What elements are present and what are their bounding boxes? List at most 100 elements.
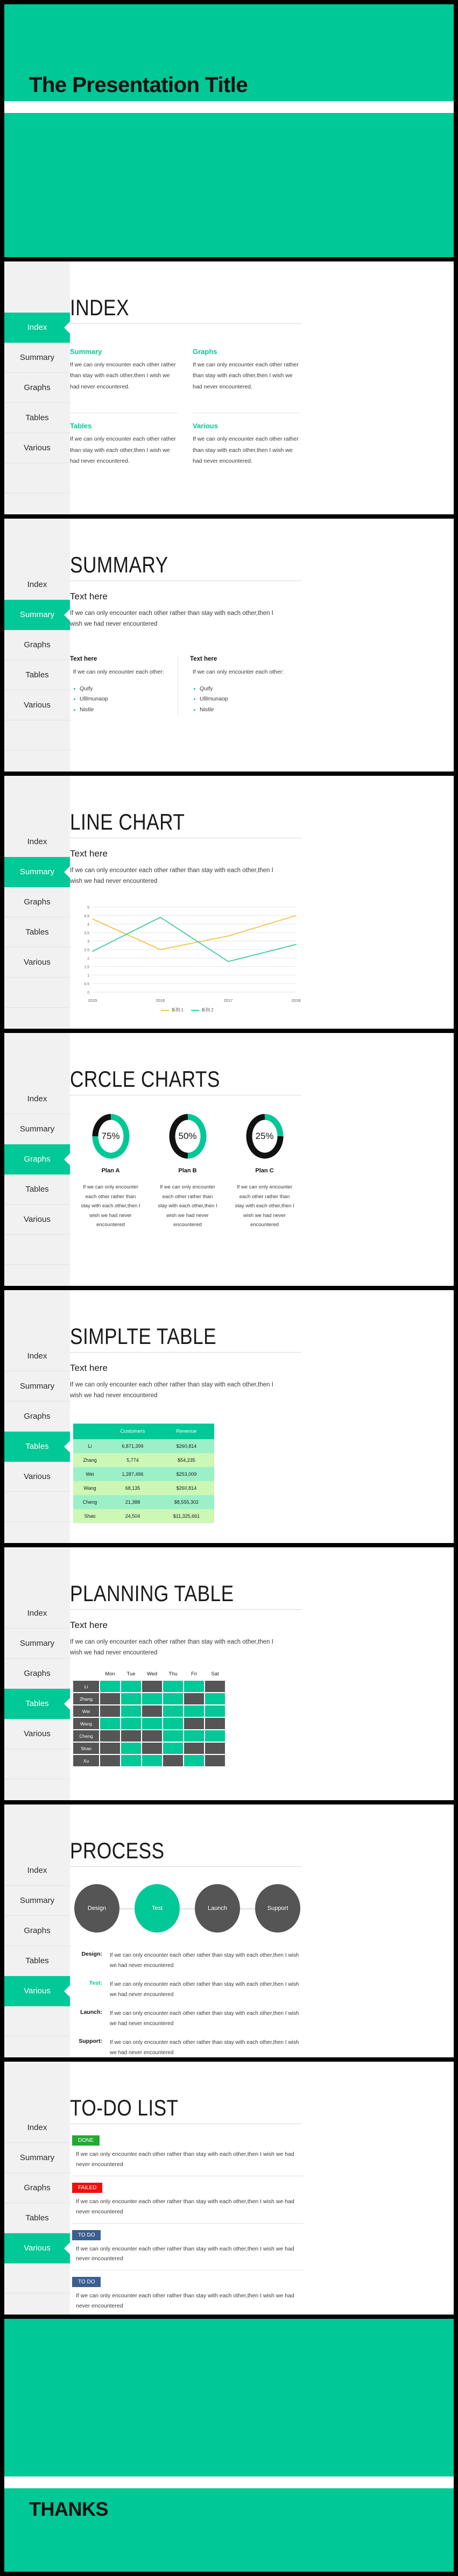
planning-cell-available[interactable] (100, 1718, 120, 1729)
sidebar-nav: Index Summary Graphs Tables Various (4, 2113, 70, 2294)
status-badge[interactable]: TO DO (72, 2277, 101, 2288)
sidebar-item-various[interactable]: Various (4, 2233, 70, 2263)
process-step-support[interactable]: Support (255, 1884, 300, 1933)
sidebar-item-index[interactable]: Index (4, 1598, 70, 1629)
planning-cell-unavailable[interactable] (184, 1693, 204, 1704)
planning-cell-unavailable[interactable] (184, 1718, 204, 1729)
sidebar-item-index[interactable]: Index (4, 570, 70, 600)
donut-plan-text: If we can only encounter each other rath… (235, 1184, 294, 1228)
sidebar-item-summary[interactable]: Summary (4, 600, 70, 630)
status-badge[interactable]: DONE (72, 2135, 100, 2146)
planning-cell-unavailable[interactable] (100, 1743, 120, 1754)
planning-cell-available[interactable] (184, 1681, 204, 1692)
planning-cell-unavailable[interactable] (163, 1755, 183, 1766)
sidebar-item-summary[interactable]: Summary (4, 1629, 70, 1659)
sidebar-item-index[interactable]: Index (4, 1856, 70, 1886)
planning-cell-unavailable[interactable] (142, 1743, 162, 1754)
index-card-text: If we can only encounter each other rath… (70, 362, 176, 390)
sidebar-item-various[interactable]: Various (4, 690, 70, 720)
sidebar-item-tables[interactable]: Tables (4, 1689, 70, 1719)
planning-cell-available[interactable] (184, 1730, 204, 1742)
sidebar-item-graphs[interactable]: Graphs (4, 1402, 70, 1432)
column-bullets: Quify Ulllmunaop Nistle (70, 684, 167, 715)
sidebar-item-graphs[interactable]: Graphs (4, 887, 70, 917)
planning-cell-available[interactable] (121, 1693, 141, 1704)
planning-cell-unavailable[interactable] (100, 1705, 120, 1717)
status-badge[interactable]: TO DO (72, 2230, 101, 2240)
planning-cell-unavailable[interactable] (205, 1718, 225, 1729)
sidebar-item-summary[interactable]: Summary (4, 1371, 70, 1402)
planning-cell-available[interactable] (184, 1705, 204, 1717)
planning-cell-available[interactable] (163, 1693, 183, 1704)
planning-cell-available[interactable] (142, 1718, 162, 1729)
planning-cell-available[interactable] (142, 1693, 162, 1704)
planning-cell-unavailable[interactable] (142, 1705, 162, 1717)
sidebar-item-graphs[interactable]: Graphs (4, 1144, 70, 1174)
index-card-tables[interactable]: Tables If we can only encounter each oth… (70, 413, 178, 466)
index-card-graphs[interactable]: Graphs If we can only encounter each oth… (193, 348, 300, 392)
process-step-design[interactable]: Design (74, 1884, 119, 1933)
planning-cell-unavailable[interactable] (142, 1730, 162, 1742)
sidebar-item-index[interactable]: Index (4, 1341, 70, 1371)
planning-cell-available[interactable] (205, 1693, 225, 1704)
sidebar-item-tables[interactable]: Tables (4, 660, 70, 690)
index-card-various[interactable]: Various If we can only encounter each ot… (193, 413, 300, 466)
sidebar-item-tables[interactable]: Tables (4, 1432, 70, 1462)
planning-cell-available[interactable] (121, 1681, 141, 1692)
sidebar-item-tables[interactable]: Tables (4, 917, 70, 947)
planning-cell-available[interactable] (163, 1718, 183, 1729)
planning-cell-available[interactable] (205, 1705, 225, 1717)
planning-cell-unavailable[interactable] (100, 1755, 120, 1766)
sidebar-item-tables[interactable]: Tables (4, 2203, 70, 2233)
process-step-launch[interactable]: Launch (195, 1884, 240, 1933)
sidebar-item-graphs[interactable]: Graphs (4, 630, 70, 660)
planning-cell-available[interactable] (100, 1681, 120, 1692)
sidebar-item-graphs[interactable]: Graphs (4, 2173, 70, 2203)
sidebar-item-various[interactable]: Various (4, 433, 70, 463)
planning-cell-available[interactable] (205, 1730, 225, 1742)
sidebar-item-various[interactable]: Various (4, 1462, 70, 1492)
sidebar-item-index[interactable]: Index (4, 827, 70, 857)
sidebar-item-summary[interactable]: Summary (4, 857, 70, 887)
step-connector (240, 1908, 255, 1909)
planning-cell-unavailable[interactable] (205, 1743, 225, 1754)
planning-cell-available[interactable] (121, 1705, 141, 1717)
planning-cell-unavailable[interactable] (205, 1755, 225, 1766)
sidebar-item-index[interactable]: Index (4, 1084, 70, 1114)
planning-cell-available[interactable] (184, 1755, 204, 1766)
sidebar-item-graphs[interactable]: Graphs (4, 373, 70, 403)
planning-cell-unavailable[interactable] (100, 1693, 120, 1704)
planning-cell-unavailable[interactable] (142, 1681, 162, 1692)
planning-cell-available[interactable] (163, 1681, 183, 1692)
planning-cell-available[interactable] (163, 1743, 183, 1754)
planning-cell-unavailable[interactable] (184, 1743, 204, 1754)
planning-cell-available[interactable] (142, 1755, 162, 1766)
planning-cell-available[interactable] (121, 1743, 141, 1754)
sidebar-item-tables[interactable]: Tables (4, 403, 70, 433)
process-step-test[interactable]: Test (135, 1884, 180, 1933)
sidebar-item-summary[interactable]: Summary (4, 2143, 70, 2173)
planning-cell-unavailable[interactable] (121, 1730, 141, 1742)
sidebar-item-summary[interactable]: Summary (4, 343, 70, 373)
sidebar-item-graphs[interactable]: Graphs (4, 1916, 70, 1946)
planning-cell-available[interactable] (121, 1718, 141, 1729)
step-label: Test (151, 1905, 163, 1912)
planning-cell-available[interactable] (163, 1705, 183, 1717)
planning-cell-available[interactable] (163, 1730, 183, 1742)
planning-cell-available[interactable] (121, 1755, 141, 1766)
index-card-summary[interactable]: Summary If we can only encounter each ot… (70, 348, 178, 392)
sidebar-item-index[interactable]: Index (4, 2113, 70, 2143)
planning-cell-unavailable[interactable] (100, 1730, 120, 1742)
sidebar-item-summary[interactable]: Summary (4, 1114, 70, 1144)
sidebar-item-various[interactable]: Various (4, 947, 70, 978)
sidebar-item-various[interactable]: Various (4, 1719, 70, 1749)
sidebar-item-tables[interactable]: Tables (4, 1946, 70, 1976)
sidebar-item-tables[interactable]: Tables (4, 1174, 70, 1205)
sidebar-item-index[interactable]: Index (4, 313, 70, 343)
sidebar-item-various[interactable]: Various (4, 1205, 70, 1235)
sidebar-item-graphs[interactable]: Graphs (4, 1659, 70, 1689)
sidebar-item-various[interactable]: Various (4, 1976, 70, 2006)
sidebar-item-summary[interactable]: Summary (4, 1886, 70, 1916)
status-badge[interactable]: FAILED (72, 2182, 103, 2193)
planning-cell-unavailable[interactable] (205, 1681, 225, 1692)
